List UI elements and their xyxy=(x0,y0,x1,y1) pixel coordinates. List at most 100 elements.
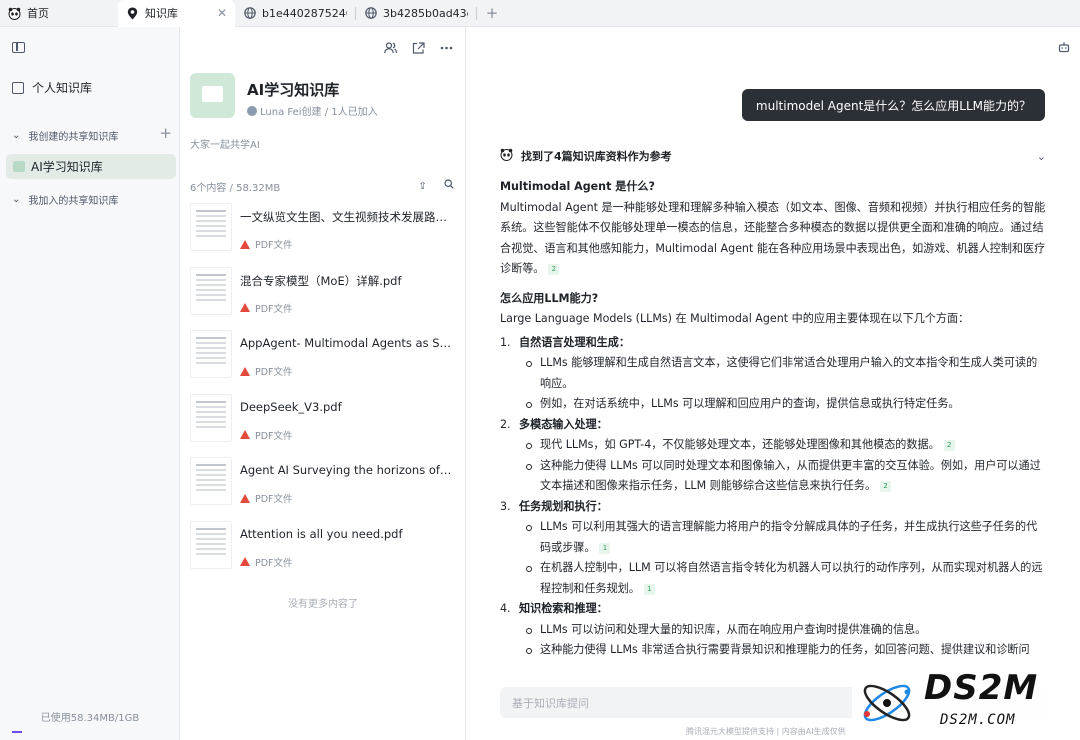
answer-bullet: 现代 LLMs，如 GPT-4，不仅能够处理文本，还能够处理图像和其他模态的数据… xyxy=(500,435,1048,456)
sidebar-item-personal-kb[interactable]: 个人知识库 xyxy=(12,79,92,96)
doc-item[interactable]: 一文纵览文生图、文生视频技术发展路径与应用场景.pdf PDF文件 xyxy=(190,203,458,267)
search-icon[interactable] xyxy=(444,179,454,192)
list-title-text: 任务规划和执行： xyxy=(519,499,608,513)
kb-detail-panel: AI学习知识库 Luna Fei创建 / 1人已加入 大家一起共学AI 6个内容… xyxy=(180,27,466,740)
chevron-down-icon: ⌄ xyxy=(12,130,21,141)
bullet-text: 现代 LLMs，如 GPT-4，不仅能够处理文本，还能够处理图像和其他模态的数据… xyxy=(540,438,940,451)
ai-answer: Multimodal Agent 是什么? Multimodal Agent 是… xyxy=(500,177,1048,661)
answer-list-title: 2. 多模态输入处理： xyxy=(500,415,1048,436)
pdf-icon xyxy=(240,557,250,566)
upload-icon[interactable]: ⇪ xyxy=(418,181,426,192)
answer-list-title: 4. 知识检索和推理： xyxy=(500,599,1048,620)
doc-type-label: PDF文件 xyxy=(255,557,293,569)
tab-knowledge-base[interactable]: 知识库 ✕ xyxy=(118,0,235,27)
doc-thumbnail xyxy=(190,330,232,378)
user-message: multimodel Agent是什么？怎么应用LLM能力的？ xyxy=(741,89,1045,121)
bullet-text: LLMs 能够理解和生成自然语言文本，这使得它们非常适合处理用户输入的文本指令和… xyxy=(540,356,1038,390)
answer-bullet: LLMs 可以利用其强大的语言理解能力将用户的指令分解成具体的子任务，并生成执行… xyxy=(500,517,1048,558)
content-count: 6个内容 / 58.32MB xyxy=(190,183,281,194)
citation-badge[interactable]: 2 xyxy=(880,481,892,492)
footer-note: 腾讯混元大模型提供支持 | 内容由AI生成仅供 xyxy=(686,727,846,736)
add-kb-button[interactable]: + xyxy=(159,124,172,142)
sidebar: 个人知识库 ⌄ 我创建的共享知识库 + AI学习知识库 ⌄ 我加入的共享知识库 … xyxy=(0,27,180,740)
kb-meta: Luna Fei创建 / 1人已加入 xyxy=(247,103,378,118)
storage-usage: 已使用58.34MB/1GB xyxy=(40,713,140,724)
citation-badge[interactable]: 1 xyxy=(643,583,655,595)
doc-name: Attention is all you need.pdf xyxy=(240,526,403,541)
doc-type-label: PDF文件 xyxy=(255,367,293,378)
more-icon[interactable] xyxy=(439,41,453,55)
group-joined-shared[interactable]: ⌄ 我加入的共享知识库 xyxy=(12,192,172,207)
citation-badge[interactable]: 2 xyxy=(943,440,955,451)
no-more-content: 没有更多内容了 xyxy=(288,599,358,610)
answer-list-title: 3. 任务规划和执行： xyxy=(500,497,1048,518)
group-created-shared[interactable]: ⌄ 我创建的共享知识库 + xyxy=(12,124,172,143)
answer-bullet: LLMs 可以访问和处理大量的知识库，从而在响应用户查询时提供准确的信息。 xyxy=(500,620,1048,641)
kb-actions xyxy=(383,41,453,55)
list-number: 3. xyxy=(500,499,511,513)
new-tab-button[interactable]: + xyxy=(479,4,505,22)
doc-item[interactable]: AppAgent- Multimodal Agents as Smartphon… xyxy=(190,330,458,394)
kb-description: 大家一起共学AI xyxy=(190,140,260,151)
location-pin-icon xyxy=(126,7,139,20)
doc-list: 一文纵览文生图、文生视频技术发展路径与应用场景.pdf PDF文件 混合专家模型… xyxy=(190,203,458,584)
doc-type-label: PDF文件 xyxy=(255,430,293,442)
chevron-down-icon[interactable]: ⌄ xyxy=(1037,150,1046,163)
doc-item[interactable]: Attention is all you need.pdf PDF文件 xyxy=(190,520,458,585)
doc-name: Agent AI Surveying the horizons of multi… xyxy=(240,463,454,477)
panda-icon xyxy=(8,7,21,20)
group-label: 我创建的共享知识库 xyxy=(28,132,119,143)
doc-name: AppAgent- Multimodal Agents as Smartphon… xyxy=(240,336,454,350)
tab-divider xyxy=(476,6,477,20)
sources-header[interactable]: 找到了4篇知识库资料作为参考 ⌄ xyxy=(500,148,1046,164)
kb-icon xyxy=(13,161,25,172)
doc-thumbnail xyxy=(190,457,232,505)
panda-icon xyxy=(500,148,513,164)
pdf-icon xyxy=(240,239,250,249)
doc-type: PDF文件 xyxy=(240,555,293,569)
doc-name: 混合专家模型（MoE）详解.pdf xyxy=(240,273,402,288)
tab-label: b1e4402875240c xyxy=(262,6,347,20)
doc-type: PDF文件 xyxy=(240,428,293,442)
citation-badge[interactable]: 1 xyxy=(599,542,611,554)
group-label: 我加入的共享知识库 xyxy=(28,196,119,207)
answer-bullet: 在机器人控制中，LLM 可以将自然语言指令转化为机器人可以执行的动作序列，从而实… xyxy=(500,558,1048,599)
pdf-icon xyxy=(240,430,250,439)
tab-label: 知识库 xyxy=(145,7,178,20)
chat-panel: multimodel Agent是什么？怎么应用LLM能力的？ 找到了4篇知识库… xyxy=(466,27,1080,740)
citation-badge[interactable]: 2 xyxy=(548,264,560,275)
doc-name: DeepSeek_V3.pdf xyxy=(240,399,342,414)
doc-type: PDF文件 xyxy=(240,301,293,315)
doc-item[interactable]: 混合专家模型（MoE）详解.pdf PDF文件 xyxy=(190,266,458,331)
tab-label: 3b4285b0ad43d3 xyxy=(383,6,468,20)
doc-item[interactable]: DeepSeek_V3.pdf PDF文件 xyxy=(190,393,458,458)
sidebar-toggle-icon[interactable] xyxy=(12,42,25,53)
close-icon[interactable]: ✕ xyxy=(217,6,227,20)
kb-title: AI学习知识库 xyxy=(247,81,340,99)
answer-heading: 怎么应用LLM能力? xyxy=(500,291,599,305)
tab-url-1[interactable]: b1e4402875240c xyxy=(235,0,355,27)
answer-bullet: 例如，在对话系统中，LLMs 可以理解和回应用户的查询，提供信息或执行特定任务。 xyxy=(500,394,1048,415)
tab-home[interactable]: 首页 xyxy=(0,0,118,27)
watermark: DS2M DS2M.COM xyxy=(852,668,1072,740)
sidebar-item-ai-kb[interactable]: AI学习知识库 xyxy=(6,154,176,179)
sidebar-item-label: 个人知识库 xyxy=(32,81,93,95)
doc-item[interactable]: Agent AI Surveying the horizons of multi… xyxy=(190,457,458,521)
list-title-text: 多模态输入处理： xyxy=(519,417,608,431)
globe-icon xyxy=(364,7,377,20)
answer-list: 1. 自然语言处理和生成： LLMs 能够理解和生成自然语言文本，这使得它们非常适合… xyxy=(500,333,1048,661)
answer-paragraph: Large Language Models (LLMs) 在 Multimoda… xyxy=(500,312,970,325)
sidebar-item-label: AI学习知识库 xyxy=(31,160,103,174)
doc-type: PDF文件 xyxy=(240,364,293,378)
doc-type: PDF文件 xyxy=(240,491,293,505)
robot-icon[interactable] xyxy=(1058,41,1070,53)
browser-tab-bar: 首页 知识库 ✕ b1e4402875240c 3b4285b0ad43d3 + xyxy=(0,0,1080,27)
pdf-icon xyxy=(240,493,250,503)
chevron-down-icon: ⌄ xyxy=(12,194,21,205)
tab-url-2[interactable]: 3b4285b0ad43d3 xyxy=(356,0,476,27)
watermark-text: DS2M xyxy=(924,668,1039,708)
bullet-text: 例如，在对话系统中，LLMs 可以理解和回应用户的查询，提供信息或执行特定任务。 xyxy=(540,397,960,410)
share-icon[interactable] xyxy=(411,41,425,55)
members-icon[interactable] xyxy=(383,41,397,55)
doc-type-label: PDF文件 xyxy=(255,494,293,505)
